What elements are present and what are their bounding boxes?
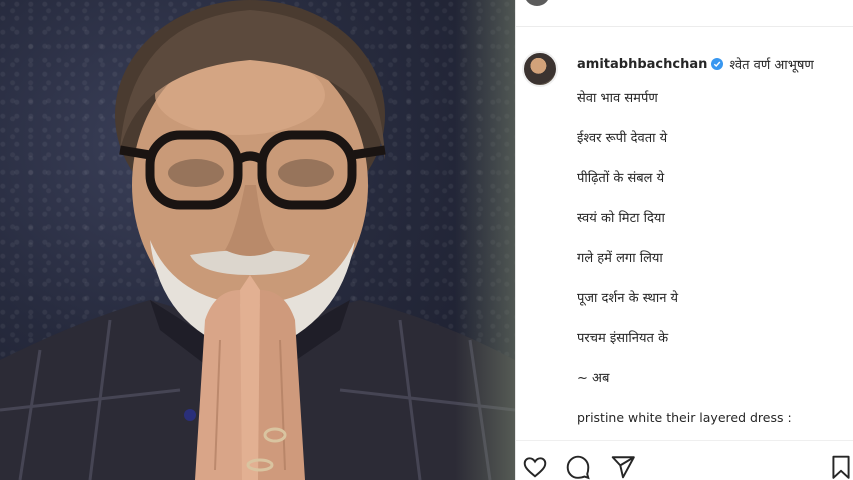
header-avatar[interactable] — [524, 0, 550, 6]
caption-meta: amitabhbachchan श्वेत वर्ण आभूषण — [577, 55, 814, 74]
verified-badge-icon — [711, 58, 724, 70]
poem-line: गले हमें लगा लिया — [577, 251, 663, 266]
poem-line: पीढ़ितों के संबल ये — [577, 171, 665, 186]
photo-edge-shade — [455, 0, 515, 480]
poem-line: स्वयं को मिटा दिया — [577, 211, 665, 226]
poem-lines: सेवा भाव समर्पण ईश्वर रूपी देवता ये पीढ़… — [577, 90, 847, 410]
poem-line: पूजा दर्शन के स्थान ये — [577, 291, 679, 306]
bookmark-icon[interactable] — [828, 454, 853, 480]
comment-bubble-icon[interactable] — [565, 454, 591, 480]
english-caption-line: pristine white their layered dress : — [577, 410, 792, 425]
poem-signature: ~ अब — [577, 371, 610, 386]
avatar[interactable] — [522, 51, 558, 87]
poem-line: परचम इंसानियत के — [577, 331, 669, 346]
poem-line: ईश्वर रूपी देवता ये — [577, 131, 668, 146]
caption-title: श्वेत वर्ण आभूषण — [729, 58, 814, 73]
paper-plane-icon[interactable] — [610, 454, 636, 480]
post-photo[interactable] — [0, 0, 515, 480]
caption-comment: amitabhbachchan श्वेत वर्ण आभूषण सेवा भा… — [516, 45, 853, 435]
post-header-strip — [516, 0, 853, 27]
heart-icon[interactable] — [522, 454, 548, 480]
action-bar — [516, 440, 853, 480]
poem-line: सेवा भाव समर्पण — [577, 91, 658, 106]
username-link[interactable]: amitabhbachchan — [577, 57, 707, 72]
person-portrait — [0, 0, 515, 480]
post-sidebar: amitabhbachchan श्वेत वर्ण आभूषण सेवा भा… — [515, 0, 853, 480]
